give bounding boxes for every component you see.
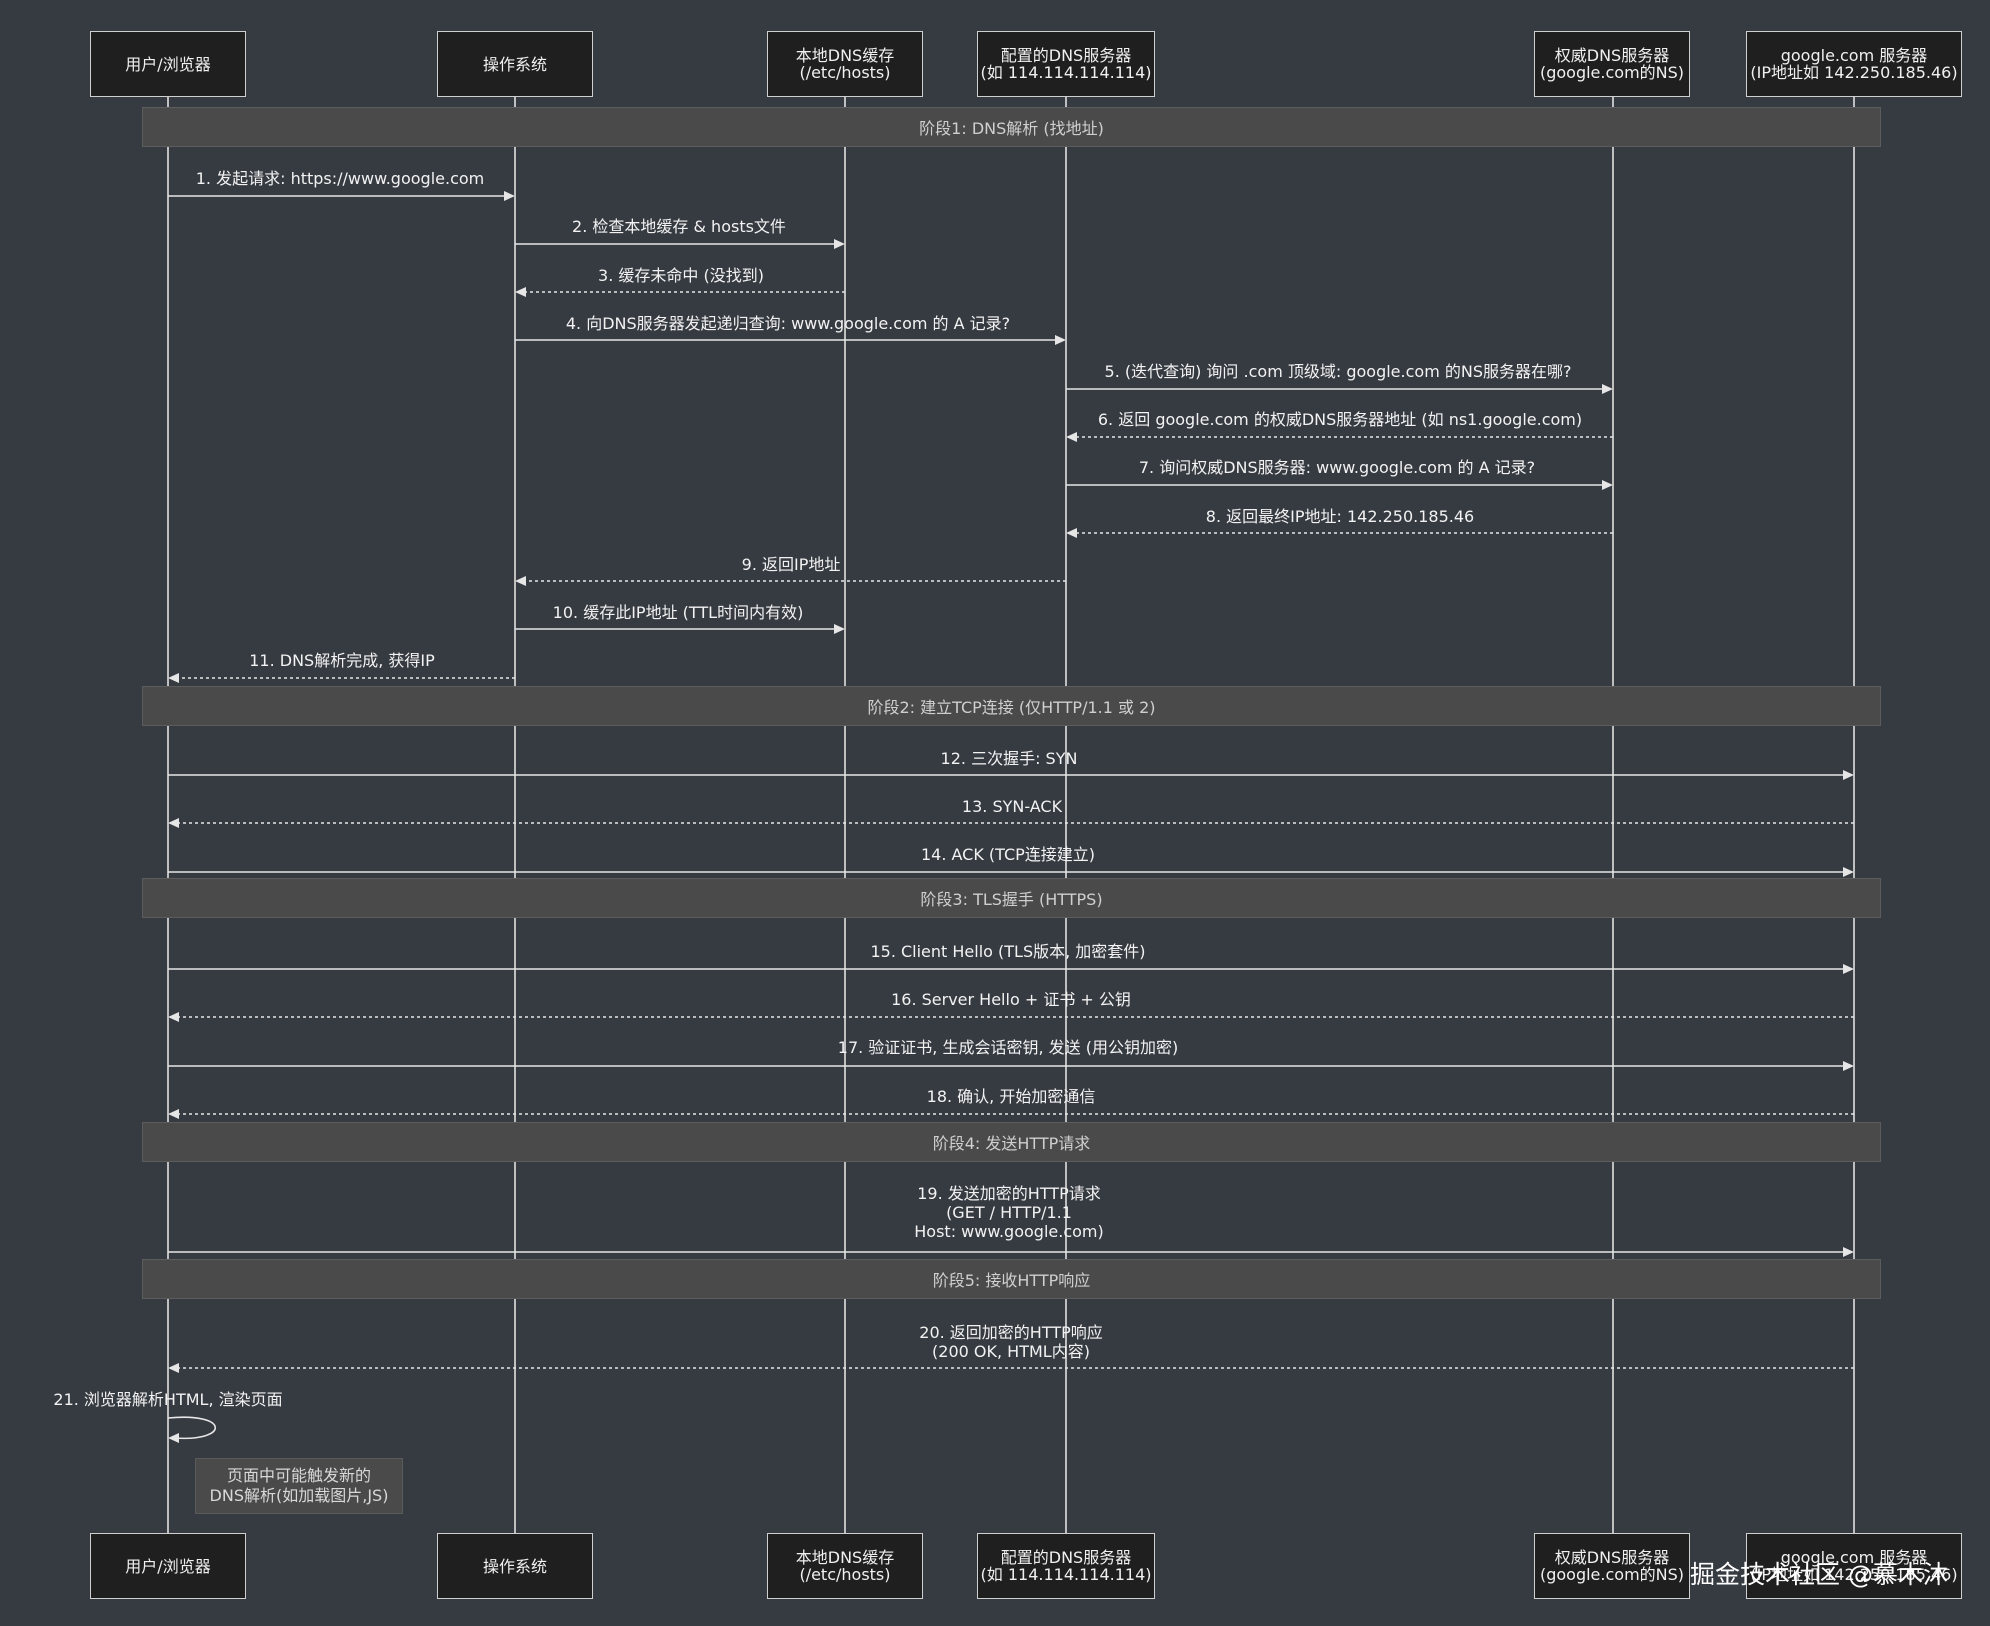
- actor-dns-server-bottom: 配置的DNS服务器 (如 114.114.114.114): [977, 1533, 1155, 1599]
- message-arrowhead-7: [1602, 480, 1613, 490]
- message-arrowhead-17: [1843, 1061, 1854, 1071]
- message-arrowhead-12: [1843, 770, 1854, 780]
- message-label-9: 9. 返回IP地址: [741, 555, 841, 574]
- actor-local-cache-bottom: 本地DNS缓存 (/etc/hosts): [767, 1533, 923, 1599]
- message-arrowhead-15: [1843, 964, 1854, 974]
- message-label-1: 1. 发起请求: https://www.google.com: [195, 169, 485, 188]
- note-box: 页面中可能触发新的 DNS解析(如加载图片,JS): [195, 1458, 403, 1514]
- message-label-10: 10. 缓存此IP地址 (TTL时间内有效): [552, 603, 804, 622]
- message-label-2: 2. 检查本地缓存 & hosts文件: [572, 217, 786, 236]
- actor-auth-dns-bottom: 权威DNS服务器 (google.com的NS): [1534, 1533, 1690, 1599]
- message-label-16: 16. Server Hello + 证书 + 公钥: [891, 990, 1131, 1009]
- message-label-6: 6. 返回 google.com 的权威DNS服务器地址 (如 ns1.goog…: [1097, 410, 1583, 429]
- actor-dns-server-top: 配置的DNS服务器 (如 114.114.114.114): [977, 31, 1155, 97]
- message-label-18: 18. 确认, 开始加密通信: [926, 1087, 1096, 1106]
- message-label-14: 14. ACK (TCP连接建立): [920, 845, 1096, 864]
- message-label-4: 4. 向DNS服务器发起递归查询: www.google.com 的 A 记录?: [565, 314, 1011, 333]
- message-label-13: 13. SYN-ACK: [961, 797, 1063, 816]
- message-label-8: 8. 返回最终IP地址: 142.250.185.46: [1205, 507, 1475, 526]
- sequence-diagram: 阶段1: DNS解析 (找地址) 阶段2: 建立TCP连接 (仅HTTP/1.1…: [0, 0, 1990, 1626]
- message-label-11: 11. DNS解析完成, 获得IP: [249, 651, 435, 670]
- message-arrowhead-2: [834, 239, 845, 249]
- message-label-19: 19. 发送加密的HTTP请求 (GET / HTTP/1.1 Host: ww…: [914, 1184, 1104, 1241]
- actor-auth-dns-top: 权威DNS服务器 (google.com的NS): [1534, 31, 1690, 97]
- message-label-12: 12. 三次握手: SYN: [940, 749, 1078, 768]
- actor-os-bottom: 操作系统: [437, 1533, 593, 1599]
- message-label-3: 3. 缓存未命中 (没找到): [598, 266, 764, 285]
- message-arrowhead-5: [1602, 384, 1613, 394]
- message-arrowhead-9: [515, 576, 526, 586]
- message-arrowhead-11: [168, 673, 179, 683]
- message-arrowhead-1: [504, 191, 515, 201]
- message-arrowhead-21: [168, 1433, 179, 1443]
- message-label-17: 17. 验证证书, 生成会话密钥, 发送 (用公钥加密): [837, 1038, 1179, 1057]
- message-label-21: 21. 浏览器解析HTML, 渲染页面: [53, 1390, 283, 1409]
- message-arrowhead-18: [168, 1109, 179, 1119]
- actor-user-bottom: 用户/浏览器: [90, 1533, 246, 1599]
- message-arrowhead-19: [1843, 1247, 1854, 1257]
- message-label-5: 5. (迭代查询) 询问 .com 顶级域: google.com 的NS服务器…: [1104, 362, 1572, 381]
- message-arrowhead-16: [168, 1012, 179, 1022]
- message-label-15: 15. Client Hello (TLS版本, 加密套件): [870, 942, 1146, 961]
- message-arrowhead-10: [834, 624, 845, 634]
- message-arrowhead-3: [515, 287, 526, 297]
- message-arrowhead-8: [1066, 528, 1077, 538]
- message-arrowhead-6: [1066, 432, 1077, 442]
- message-arrowhead-20: [168, 1363, 179, 1373]
- message-arrowhead-4: [1055, 335, 1066, 345]
- watermark: 掘金技术社区 @慕木沐: [1690, 1560, 1948, 1589]
- actor-os-top: 操作系统: [437, 31, 593, 97]
- message-arrowhead-13: [168, 818, 179, 828]
- actor-google-server-top: google.com 服务器 (IP地址如 142.250.185.46): [1746, 31, 1962, 97]
- actor-user-top: 用户/浏览器: [90, 31, 246, 97]
- message-arrowhead-14: [1843, 867, 1854, 877]
- message-label-7: 7. 询问权威DNS服务器: www.google.com 的 A 记录?: [1138, 458, 1536, 477]
- actor-local-cache-top: 本地DNS缓存 (/etc/hosts): [767, 31, 923, 97]
- message-label-20: 20. 返回加密的HTTP响应 (200 OK, HTML内容): [919, 1323, 1103, 1361]
